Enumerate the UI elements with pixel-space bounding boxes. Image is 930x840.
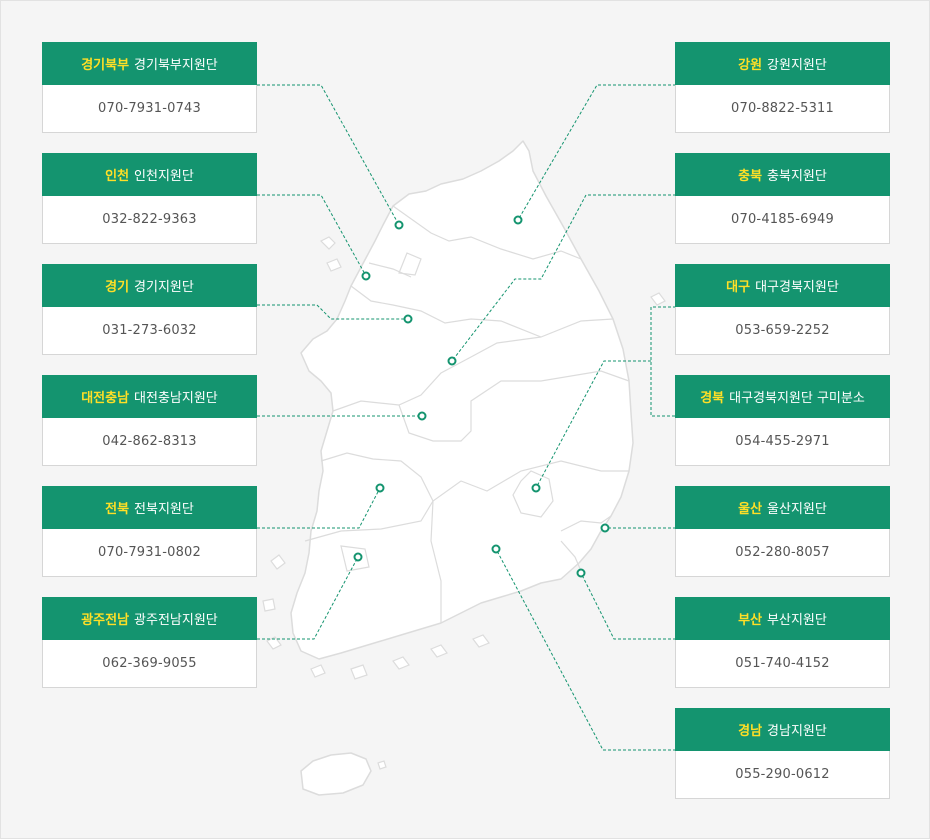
office-card-jeonbuk: 전북 전북지원단 070-7931-0802 (42, 486, 257, 577)
region-label: 경기 (105, 280, 130, 295)
islet (326, 258, 342, 272)
region-label: 부산 (738, 613, 763, 628)
location-marker-ulsan[interactable] (600, 523, 610, 533)
islet (392, 656, 410, 670)
office-phone: 053-659-2252 (735, 323, 830, 338)
office-name: 강원지원단 (767, 58, 827, 73)
region-label: 강원 (738, 58, 763, 73)
office-card-header: 경기북부 경기북부지원단 (42, 42, 257, 85)
office-card-header: 대구 대구경북지원단 (675, 264, 890, 307)
office-card-gangwon: 강원 강원지원단 070-8822-5311 (675, 42, 890, 133)
leader-line-incheon (257, 194, 367, 277)
islet (262, 598, 276, 612)
islet (310, 664, 326, 678)
office-name: 대전충남지원단 (134, 391, 218, 406)
office-card-gwangju-jeonnam: 광주전남 광주전남지원단 062-369-9055 (42, 597, 257, 688)
office-card-gyeongnam: 경남 경남지원단 055-290-0612 (675, 708, 890, 799)
office-name: 경기북부지원단 (134, 58, 218, 73)
islet (430, 644, 448, 658)
region-label: 인천 (105, 169, 130, 184)
office-card-ulsan: 울산 울산지원단 052-280-8057 (675, 486, 890, 577)
location-marker-jeonbuk[interactable] (375, 483, 385, 493)
islet (472, 634, 490, 648)
region-label: 경남 (738, 724, 763, 739)
office-phone: 052-280-8057 (735, 545, 830, 560)
office-card-header: 경북 대구경북지원단 구미분소 (675, 375, 890, 418)
office-card-header: 충북 충북지원단 (675, 153, 890, 196)
office-phone: 032-822-9363 (102, 212, 197, 227)
islet (650, 292, 666, 306)
office-phone: 055-290-0612 (735, 767, 830, 782)
leader-line-gyeonggi-north (257, 84, 400, 226)
office-phone: 070-7931-0743 (98, 101, 201, 116)
office-phone: 042-862-8313 (102, 434, 197, 449)
office-name: 전북지원단 (134, 502, 194, 517)
region-label: 충북 (738, 169, 763, 184)
office-card-gyeonggi-north: 경기북부 경기북부지원단 070-7931-0743 (42, 42, 257, 133)
office-phone: 062-369-9055 (102, 656, 197, 671)
office-phone: 054-455-2971 (735, 434, 830, 449)
location-marker-gwangju-jeonnam[interactable] (353, 552, 363, 562)
location-marker-daejeon-chungnam[interactable] (417, 411, 427, 421)
leader-line-busan (580, 572, 676, 640)
office-card-gyeongbuk: 경북 대구경북지원단 구미분소 054-455-2971 (675, 375, 890, 466)
jeju-island (300, 752, 372, 796)
islet (270, 554, 286, 570)
office-name: 충북지원단 (767, 169, 827, 184)
office-map-panel: 경기북부 경기북부지원단 070-7931-0743 인천 인천지원단 032-… (0, 0, 930, 839)
region-label: 광주전남 (81, 613, 130, 628)
office-card-incheon: 인천 인천지원단 032-822-9363 (42, 153, 257, 244)
office-name: 부산지원단 (767, 613, 827, 628)
office-name: 대구경북지원단 (755, 280, 839, 295)
region-label: 전북 (105, 502, 130, 517)
location-marker-gyeonggi-north[interactable] (394, 220, 404, 230)
islet (319, 236, 336, 250)
office-card-daegu: 대구 대구경북지원단 053-659-2252 (675, 264, 890, 355)
location-marker-chungbuk[interactable] (447, 356, 457, 366)
location-marker-gyeonggi[interactable] (403, 314, 413, 324)
office-card-daejeon-chungnam: 대전충남 대전충남지원단 042-862-8313 (42, 375, 257, 466)
islet (377, 760, 387, 770)
office-name: 울산지원단 (767, 502, 827, 517)
office-card-header: 광주전남 광주전남지원단 (42, 597, 257, 640)
office-name: 인천지원단 (134, 169, 194, 184)
office-phone: 051-740-4152 (735, 656, 830, 671)
mainland-outline (290, 140, 634, 660)
office-card-chungbuk: 충북 충북지원단 070-4185-6949 (675, 153, 890, 244)
region-label: 경북 (700, 391, 725, 406)
office-card-header: 인천 인천지원단 (42, 153, 257, 196)
office-card-header: 부산 부산지원단 (675, 597, 890, 640)
leader-line-daegu (650, 306, 676, 417)
office-name: 대구경북지원단 구미분소 (729, 391, 865, 406)
location-marker-incheon[interactable] (361, 271, 371, 281)
office-card-gyeonggi: 경기 경기지원단 031-273-6032 (42, 264, 257, 355)
office-card-header: 경기 경기지원단 (42, 264, 257, 307)
office-phone: 031-273-6032 (102, 323, 197, 338)
location-marker-gyeongnam[interactable] (491, 544, 501, 554)
office-name: 광주전남지원단 (134, 613, 218, 628)
office-card-header: 대전충남 대전충남지원단 (42, 375, 257, 418)
office-card-header: 경남 경남지원단 (675, 708, 890, 751)
region-label: 경기북부 (81, 58, 130, 73)
office-phone: 070-4185-6949 (731, 212, 834, 227)
location-marker-busan[interactable] (576, 568, 586, 578)
region-label: 대구 (726, 280, 751, 295)
office-card-header: 강원 강원지원단 (675, 42, 890, 85)
region-label: 울산 (738, 502, 763, 517)
office-card-busan: 부산 부산지원단 051-740-4152 (675, 597, 890, 688)
region-label: 대전충남 (81, 391, 130, 406)
office-name: 경남지원단 (767, 724, 827, 739)
location-marker-gangwon[interactable] (513, 215, 523, 225)
islet (350, 664, 368, 680)
office-card-header: 울산 울산지원단 (675, 486, 890, 529)
office-name: 경기지원단 (134, 280, 194, 295)
office-phone: 070-7931-0802 (98, 545, 201, 560)
office-phone: 070-8822-5311 (731, 101, 834, 116)
office-card-header: 전북 전북지원단 (42, 486, 257, 529)
location-marker-gyeongbuk[interactable] (531, 483, 541, 493)
